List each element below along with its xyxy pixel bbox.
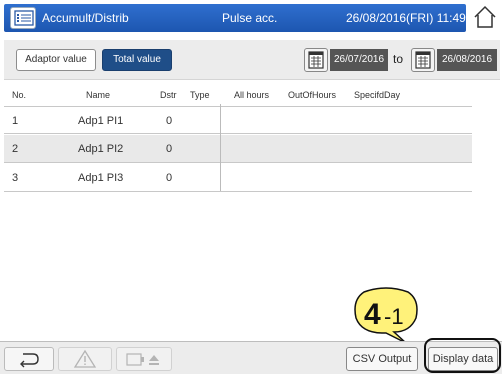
row-number: 1 — [12, 115, 19, 127]
date-to-field[interactable]: 26/08/2016 — [437, 49, 497, 71]
row-name: Adp1 PI1 — [78, 115, 124, 127]
row-dstr: 0 — [166, 143, 173, 155]
back-button[interactable] — [4, 347, 54, 371]
warning-icon — [73, 349, 97, 368]
table-row[interactable]: 3 Adp1 PI3 0 — [4, 164, 472, 192]
column-header: OutOfHours — [288, 90, 337, 100]
calendar-icon — [308, 51, 324, 69]
menu-button[interactable] — [10, 7, 36, 29]
title-bar: Accumult/Distrib Pulse acc. 26/08/2016(F… — [0, 0, 502, 38]
to-calendar-button[interactable] — [411, 48, 435, 72]
row-dstr: 0 — [166, 172, 173, 184]
column-header: No. — [12, 90, 27, 100]
total-value-button[interactable]: Total value — [102, 49, 172, 71]
list-menu-icon — [14, 10, 34, 26]
callout-highlight — [424, 338, 501, 373]
row-name: Adp1 PI2 — [78, 143, 124, 155]
page-title: Accumult/Distrib — [42, 11, 129, 25]
table-header: No. Name Dstr Type All hours OutOfHours … — [4, 86, 500, 104]
table-row[interactable]: 2 Adp1 PI2 0 — [4, 135, 472, 163]
home-button[interactable] — [470, 2, 500, 32]
column-header: SpecifdDay — [354, 90, 401, 100]
callout-suffix: -1 — [384, 304, 404, 329]
adaptor-value-button[interactable]: Adaptor value — [16, 49, 96, 71]
home-icon — [474, 5, 496, 28]
from-calendar-button[interactable] — [304, 48, 328, 72]
column-header: All hours — [234, 90, 270, 100]
row-name: Adp1 PI3 — [78, 172, 124, 184]
table-row[interactable]: 1 Adp1 PI1 0 — [4, 106, 472, 134]
date-from-field[interactable]: 26/07/2016 — [330, 49, 388, 71]
callout-number: 4 — [364, 298, 381, 331]
datetime-label: 26/08/2016(FRI) 11:49 — [346, 11, 466, 25]
mode-label: Pulse acc. — [222, 11, 278, 25]
column-divider — [220, 104, 221, 191]
column-header: Dstr — [160, 90, 177, 100]
eject-button[interactable] — [116, 347, 172, 371]
column-header: Name — [86, 90, 111, 100]
row-number: 2 — [12, 143, 19, 155]
back-arrow-icon — [20, 353, 39, 368]
calendar-icon — [415, 51, 431, 69]
toolbar: Adaptor value Total value 26/07/2016 to … — [4, 40, 500, 80]
to-label: to — [393, 52, 404, 66]
eject-icon — [126, 353, 159, 366]
row-dstr: 0 — [166, 115, 173, 127]
column-header: Type — [190, 90, 210, 100]
callout-marker: 4 -1 — [354, 287, 418, 344]
warning-button[interactable] — [58, 347, 112, 371]
csv-output-button[interactable]: CSV Output — [346, 347, 418, 371]
row-number: 3 — [12, 172, 19, 184]
